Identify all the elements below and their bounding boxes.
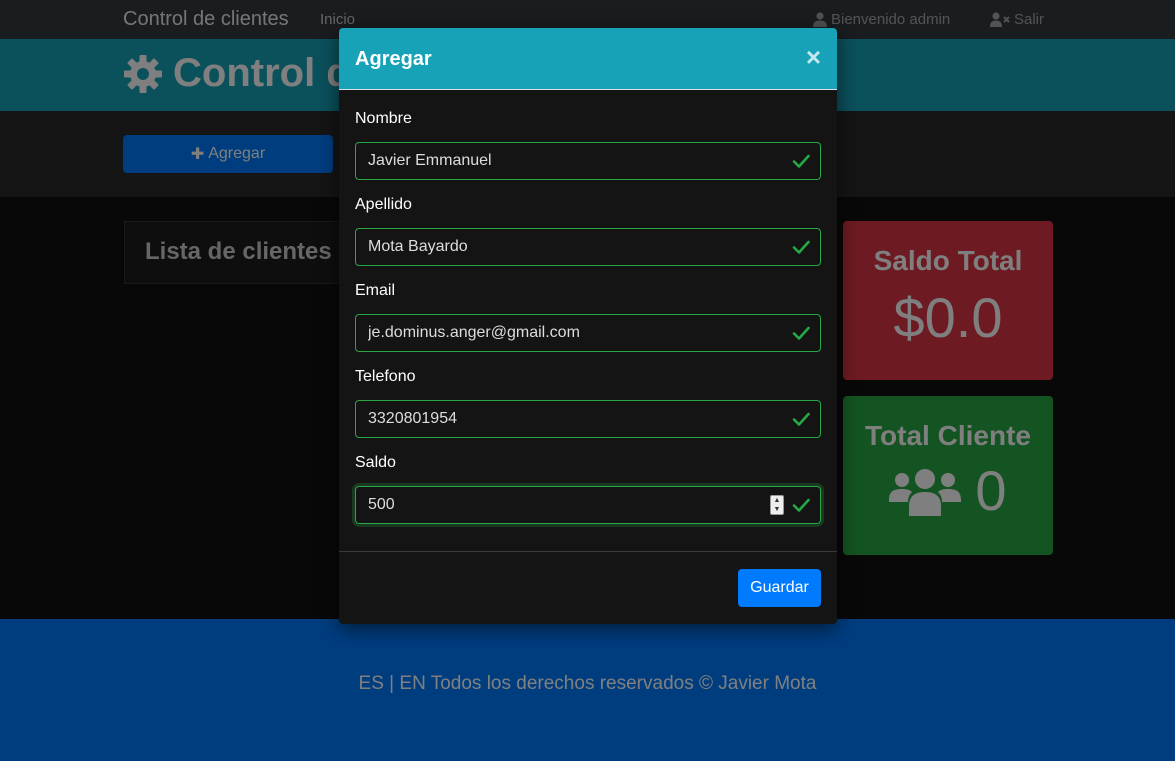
check-icon	[792, 326, 810, 340]
email-input[interactable]	[356, 315, 820, 351]
spinner-up-icon[interactable]: ▲	[774, 496, 781, 505]
nombre-label: Nombre	[355, 110, 412, 127]
apellido-label: Apellido	[355, 196, 412, 213]
telefono-group: Telefono	[355, 368, 821, 438]
nombre-field-wrapper	[355, 142, 821, 180]
apellido-input[interactable]	[356, 229, 820, 265]
email-group: Email	[355, 282, 821, 352]
modal-footer: Guardar	[339, 552, 837, 624]
nombre-input[interactable]	[356, 143, 820, 179]
telefono-input[interactable]	[356, 401, 820, 437]
telefono-label: Telefono	[355, 368, 416, 385]
check-icon	[792, 240, 810, 254]
saldo-label: Saldo	[355, 454, 396, 471]
apellido-field-wrapper	[355, 228, 821, 266]
nombre-group: Nombre	[355, 110, 821, 180]
check-icon	[792, 412, 810, 426]
email-label: Email	[355, 282, 396, 299]
spinner-down-icon[interactable]: ▼	[774, 505, 781, 514]
email-field-wrapper	[355, 314, 821, 352]
telefono-field-wrapper	[355, 400, 821, 438]
check-icon	[792, 498, 810, 512]
apellido-group: Apellido	[355, 196, 821, 266]
check-icon	[792, 154, 810, 168]
modal-header: Agregar ×	[339, 28, 837, 90]
add-client-modal: Agregar × Nombre Apellido Email	[339, 28, 837, 624]
save-button[interactable]: Guardar	[738, 569, 821, 607]
modal-title: Agregar	[355, 48, 432, 70]
saldo-group: Saldo ▲ ▼	[355, 454, 821, 524]
saldo-field-wrapper: ▲ ▼	[355, 486, 821, 524]
modal-body: Nombre Apellido Email Telefono	[339, 90, 837, 552]
saldo-input[interactable]	[356, 487, 820, 523]
number-spinner[interactable]: ▲ ▼	[770, 495, 784, 515]
close-icon[interactable]: ×	[806, 44, 821, 70]
